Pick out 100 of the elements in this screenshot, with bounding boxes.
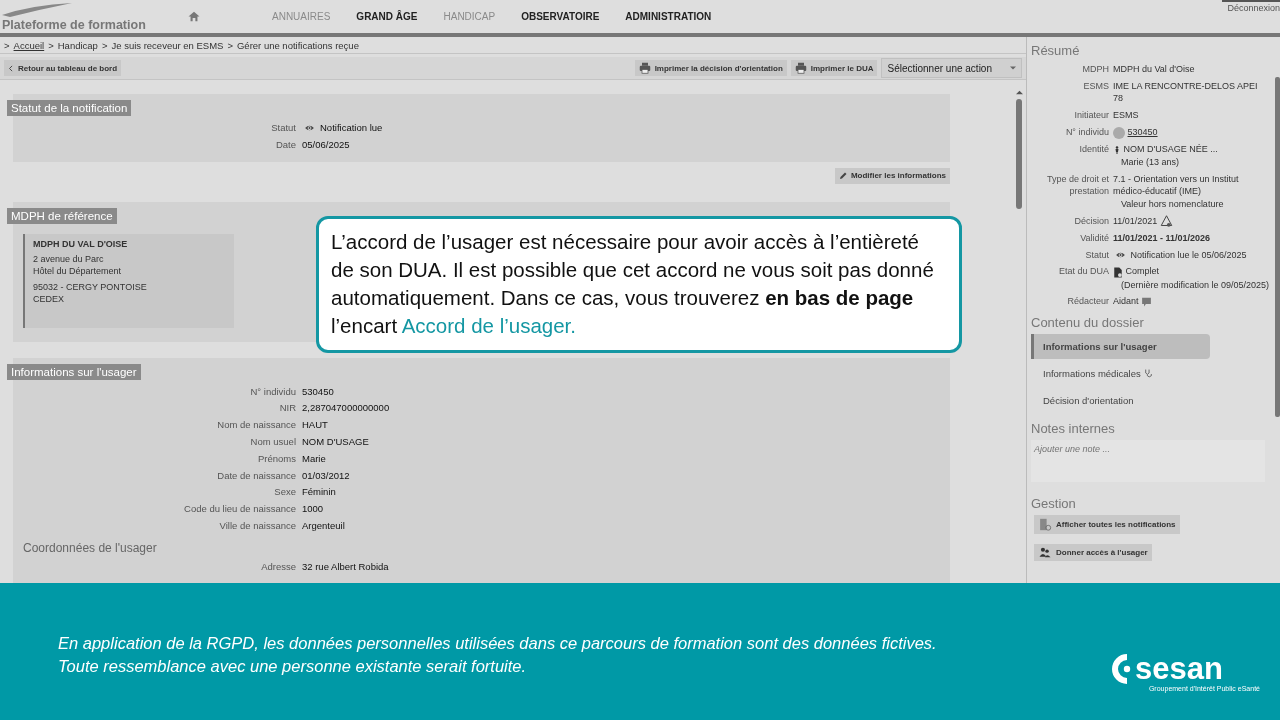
summary-note: Valeur hors nomenclature <box>1121 197 1225 210</box>
summary-label: MDPH <box>1081 63 1109 76</box>
address-line: 95032 - CERGY PONTOISE <box>33 280 148 294</box>
summary-value: IME LA RENCONTRE-DELOS APEI 78 <box>1113 80 1258 104</box>
users-icon <box>1038 547 1052 559</box>
section-tag: MDPH de référence <box>7 207 117 224</box>
field-value: HAUT <box>302 418 328 433</box>
action-select[interactable]: Sélectionner une action <box>881 58 1022 78</box>
field-value: 01/03/2012 <box>302 468 350 483</box>
summary-value: MDPH du Val d'Oise <box>1113 64 1195 74</box>
breadcrumb-separator: > <box>48 39 54 51</box>
summary-label: ESMS <box>1082 79 1109 93</box>
field-label: Code du lieu de naissance <box>183 502 296 517</box>
logo-name: sesan <box>1134 654 1223 684</box>
caret-icon <box>1010 66 1016 70</box>
person-icon <box>1113 143 1121 156</box>
summary-label: Statut <box>1084 248 1109 261</box>
pencil-icon <box>838 171 847 180</box>
management-button[interactable]: Afficher toutes les notifications <box>1034 515 1180 535</box>
summary-label: Décision <box>1073 214 1109 228</box>
field-value: Féminin <box>302 485 336 500</box>
summary-label: Rédacteur <box>1066 295 1109 308</box>
field-value: Marie <box>302 451 326 466</box>
contents-heading: Contenu du dossier <box>1031 315 1145 331</box>
field-label: Sexe <box>273 485 296 500</box>
back-button[interactable]: Retour au tableau de bord <box>4 60 122 76</box>
field-label: Date <box>274 137 296 152</box>
sidebar-scrollbar[interactable] <box>1275 77 1280 417</box>
management-button[interactable]: Donner accès à l'usager <box>1034 544 1152 562</box>
nav-link[interactable]: ADMINISTRATION <box>625 11 712 22</box>
field-value: NOM D'USAGE <box>302 435 369 449</box>
home-icon <box>188 11 200 22</box>
nav-link[interactable]: GRAND ÂGE <box>356 11 418 22</box>
breadcrumb-item: Gérer une notifications reçue <box>236 39 359 51</box>
field-value: Argenteuil <box>302 518 345 533</box>
summary-value: Aidant <box>1113 296 1139 307</box>
edit-button[interactable]: Modifier les informations <box>834 167 950 184</box>
address-line: 2 avenue du Parc <box>33 253 105 266</box>
field-label: Nom de naissance <box>216 418 296 433</box>
logout-link[interactable]: Déconnexion <box>1227 3 1280 13</box>
breadcrumb-link[interactable]: Accueil <box>13 39 45 51</box>
section-tag: Informations sur l'usager <box>7 363 141 380</box>
field-label: N° individu <box>249 384 296 399</box>
address-name: MDPH DU VAL D'OISE <box>33 237 129 250</box>
note-field[interactable]: Ajouter une note ... <box>1031 440 1265 483</box>
summary-value: Notification lue le 05/06/2025 <box>1130 249 1247 260</box>
field-value: 2,287047000000000 <box>302 401 390 416</box>
summary-note: (Dernière modification le 09/05/2025) <box>1121 278 1270 291</box>
contents-item[interactable]: Décision d'orientation <box>1031 388 1210 414</box>
logo-swoosh-icon <box>2 2 72 17</box>
contents-item[interactable]: Informations médicales <box>1031 361 1210 387</box>
avatar-icon <box>1113 126 1125 139</box>
breadcrumb-separator: > <box>101 39 108 51</box>
field-value: 530450 <box>302 384 334 399</box>
summary-value: NOM D'USAGE NÉE ... <box>1123 144 1218 155</box>
summary-label: Type de droit et prestation <box>1045 172 1109 199</box>
summary-label: N° individu <box>1064 126 1109 139</box>
printer-icon <box>638 62 651 74</box>
field-label: Adresse <box>260 559 296 574</box>
field-label: Date de naissance <box>216 468 296 483</box>
section-tag: Statut de la notification <box>7 100 132 116</box>
subsection-heading: Coordonnées de l'usager <box>22 539 158 557</box>
disclaimer-text: En application de la RGPD, les données personnelles utilisées dans ce parcours de formation sont des données fictives. Toute ressemblance avec une personne existante serait fortuite. <box>58 632 938 677</box>
field-value: 32 rue Albert Robida <box>302 559 389 574</box>
field-label: Ville de naissance <box>218 518 296 533</box>
nav-link[interactable]: OBSERVATOIRE <box>521 11 600 22</box>
management-heading: Gestion <box>1031 496 1077 512</box>
summary-label: Validité <box>1079 231 1109 245</box>
warning-icon <box>1159 215 1173 228</box>
summary-value: 11/01/2021 - 11/01/2026 <box>1113 232 1211 243</box>
logo-icon <box>1110 653 1133 685</box>
summary-value: ESMS <box>1113 110 1139 121</box>
breadcrumb-item: Je suis receveur en ESMS <box>111 39 224 51</box>
breadcrumb-separator: > <box>227 39 233 51</box>
address-line: CEDEX <box>33 293 65 306</box>
field-label: Statut <box>270 121 296 135</box>
summary-value: Complet <box>1125 266 1160 277</box>
field-label: Prénoms <box>257 451 296 466</box>
field-value: 05/06/2025 <box>302 137 350 152</box>
summary-label: Etat du DUA <box>1057 265 1109 279</box>
breadcrumb-item: Handicap <box>57 39 98 51</box>
summary-label: Initiateur <box>1073 109 1109 122</box>
contents-item[interactable]: Informations sur l'usager <box>1031 334 1210 360</box>
breadcrumb-separator: > <box>4 39 10 51</box>
scroll-up-icon <box>1015 90 1023 95</box>
printer-icon <box>794 62 807 74</box>
stethoscope-icon <box>1143 369 1153 379</box>
summary-value: 7.1 - Orientation vers un Institut médico-éducatif (IME) <box>1113 173 1239 197</box>
summary-label: Identité <box>1078 143 1109 157</box>
chevron-left-icon <box>8 63 14 73</box>
field-label: NIR <box>278 401 296 416</box>
summary-value: 11/01/2021 <box>1113 215 1158 226</box>
platform-subtitle: Plateforme de formation <box>2 18 146 32</box>
comment-icon <box>1141 297 1153 308</box>
print-button[interactable]: Imprimer la décision d'orientation <box>634 60 787 76</box>
summary-heading: Résumé <box>1031 43 1081 58</box>
info-callout: L’accord de l’usager est nécessaire pour avoir accès à l’entièreté de son DUA. Il est possible que cet accord ne vous soit pas donné automatiquement. Dans ce cas, vous trouverez en bas de page l’encart Accord de l’usager. <box>316 216 962 353</box>
print-button[interactable]: Imprimer le DUA <box>790 60 878 76</box>
individual-number-link[interactable]: 530450 <box>1127 127 1158 138</box>
field-value: 1000 <box>302 502 324 517</box>
